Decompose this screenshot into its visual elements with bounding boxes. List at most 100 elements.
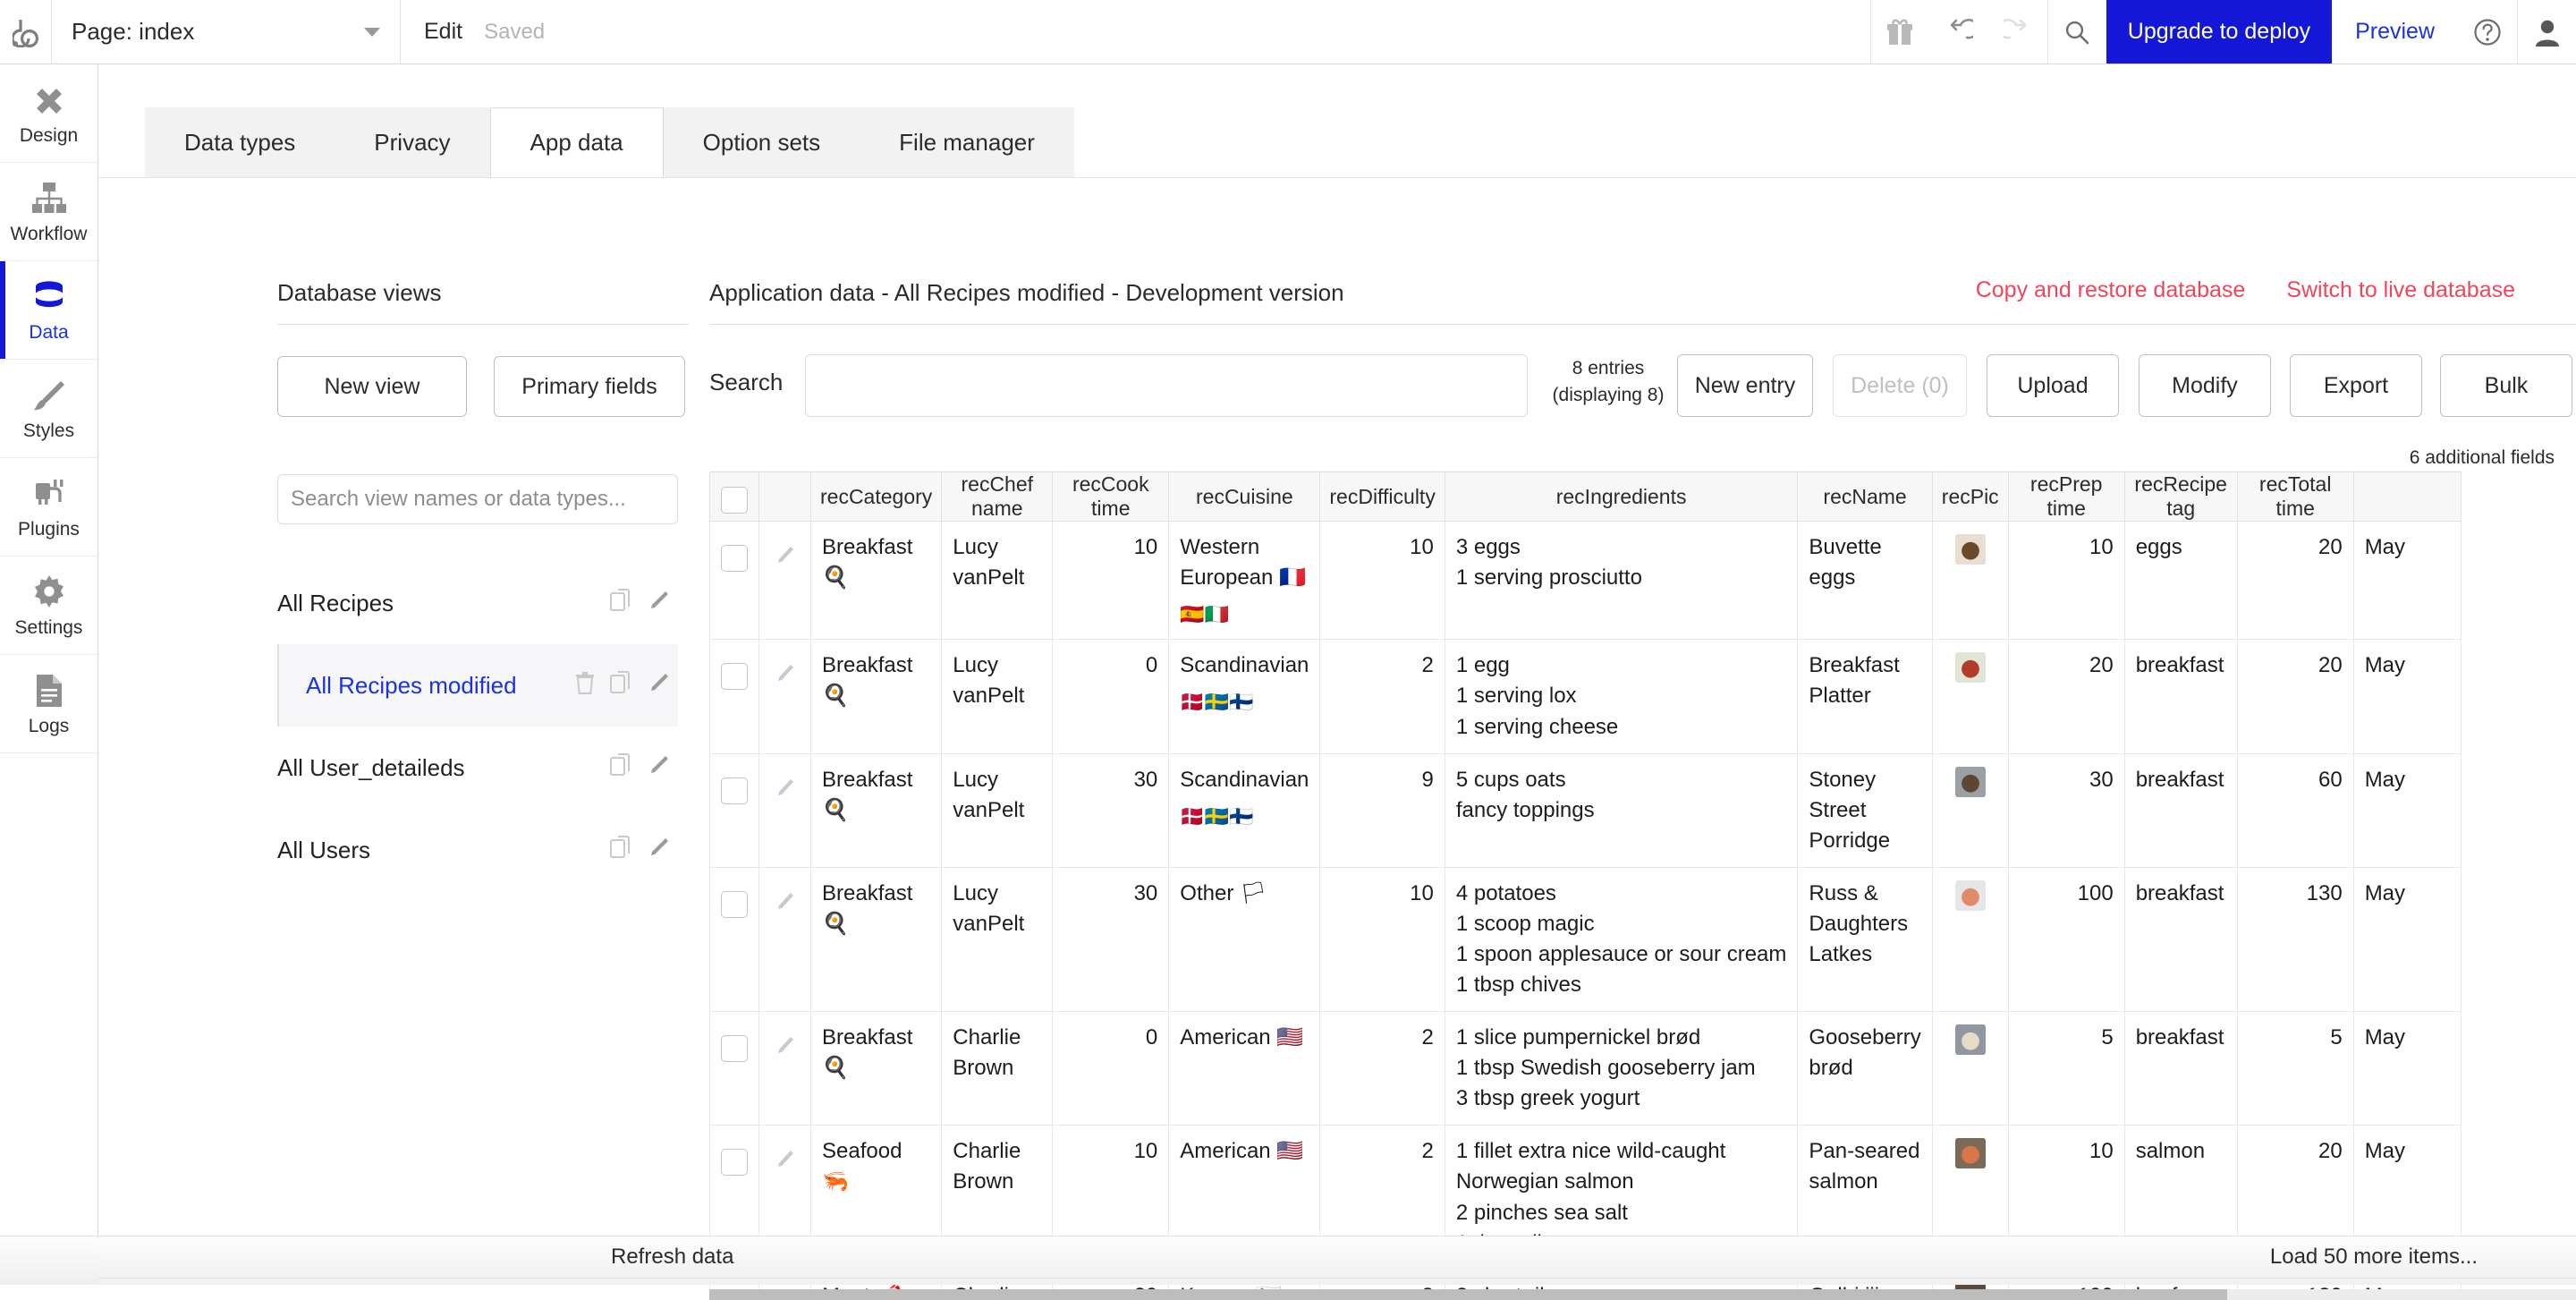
modify-button[interactable]: Modify (2139, 354, 2271, 417)
switch-to-live-database-link[interactable]: Switch to live database (2286, 277, 2515, 303)
edit-pencil-icon[interactable] (648, 753, 671, 783)
account-avatar-icon[interactable] (2517, 0, 2576, 64)
cell-chef-name[interactable]: Lucy vanPelt (942, 867, 1053, 1011)
cell-recipe-tag[interactable]: breakfast (2124, 640, 2237, 753)
edit-pencil-icon[interactable] (775, 1149, 795, 1179)
cell-category[interactable]: Breakfast 🍳 (811, 753, 942, 867)
cell-category[interactable]: Breakfast 🍳 (811, 640, 942, 753)
select-all-header[interactable] (710, 472, 759, 522)
cell-ingredients[interactable]: 4 potatoes1 scoop magic1 spoon applesauc… (1445, 867, 1798, 1011)
undo-icon[interactable] (1929, 0, 1988, 64)
preview-button[interactable]: Preview (2332, 0, 2458, 64)
cell-cuisine[interactable]: American 🇺🇸 (1169, 1012, 1320, 1126)
select-all-checkbox[interactable] (721, 487, 748, 514)
cell-chef-name[interactable]: Lucy vanPelt (942, 753, 1053, 867)
cell-prep-time[interactable]: 5 (2008, 1012, 2124, 1126)
cell-cook-time[interactable]: 0 (1053, 1012, 1169, 1126)
tab-privacy[interactable]: Privacy (335, 107, 489, 177)
cell-cook-time[interactable]: 10 (1053, 522, 1169, 640)
row-edit-cell[interactable] (759, 867, 811, 1011)
cell-category[interactable]: Breakfast 🍳 (811, 867, 942, 1011)
cell-cuisine[interactable]: Scandinavian🇩🇰🇸🇪🇫🇮 (1169, 753, 1320, 867)
new-entry-button[interactable]: New entry (1677, 354, 1813, 417)
cell-name[interactable]: Gooseberry brød (1798, 1012, 1932, 1126)
row-edit-cell[interactable] (759, 753, 811, 867)
cell-chef-name[interactable]: Charlie Brown (942, 1012, 1053, 1126)
tab-file-manager[interactable]: File manager (860, 107, 1074, 177)
cell-difficulty[interactable]: 2 (1320, 640, 1445, 753)
row-select-cell[interactable] (710, 753, 759, 867)
duplicate-icon[interactable] (610, 836, 633, 865)
cell-prep-time[interactable]: 100 (2008, 867, 2124, 1011)
tab-data-types[interactable]: Data types (145, 107, 335, 177)
cell-cook-time[interactable]: 30 (1053, 753, 1169, 867)
column-header-created[interactable] (2353, 472, 2461, 522)
duplicate-icon[interactable] (610, 753, 633, 783)
recipe-thumbnail[interactable] (1955, 1024, 1986, 1055)
cell-pic[interactable] (1932, 867, 2008, 1011)
column-header-recpic[interactable]: recPic (1932, 472, 2008, 522)
table-row[interactable]: Breakfast 🍳Lucy vanPelt0Scandinavian🇩🇰🇸🇪… (710, 640, 2462, 753)
edit-button[interactable]: Edit (424, 19, 462, 45)
recipe-thumbnail[interactable] (1955, 534, 1986, 565)
edit-pencil-icon[interactable] (648, 836, 671, 865)
cell-name[interactable]: Stoney Street Porridge (1798, 753, 1932, 867)
rail-item-workflow[interactable]: Workflow (0, 163, 97, 261)
cell-recipe-tag[interactable]: breakfast (2124, 753, 2237, 867)
view-item-all-recipes-modified[interactable]: All Recipes modified (277, 644, 678, 726)
table-row[interactable]: Breakfast 🍳Lucy vanPelt30Scandinavian🇩🇰🇸… (710, 753, 2462, 867)
recipe-thumbnail[interactable] (1955, 767, 1986, 797)
new-view-button[interactable]: New view (277, 356, 467, 417)
cell-pic[interactable] (1932, 522, 2008, 640)
edit-pencil-icon[interactable] (775, 1035, 795, 1066)
rail-item-design[interactable]: Design (0, 64, 97, 163)
cell-category[interactable]: Breakfast 🍳 (811, 1012, 942, 1126)
cell-total-time[interactable]: 20 (2237, 522, 2353, 640)
table-row[interactable]: Breakfast 🍳Lucy vanPelt10Western Europea… (710, 522, 2462, 640)
cell-pic[interactable] (1932, 753, 2008, 867)
cell-total-time[interactable]: 5 (2237, 1012, 2353, 1126)
cell-name[interactable]: Breakfast Platter (1798, 640, 1932, 753)
duplicate-icon[interactable] (610, 671, 633, 701)
row-select-cell[interactable] (710, 1012, 759, 1126)
trash-icon[interactable] (574, 671, 596, 701)
column-header-recingredients[interactable]: recIngredients (1445, 472, 1798, 522)
cell-difficulty[interactable]: 10 (1320, 522, 1445, 640)
cell-category[interactable]: Breakfast 🍳 (811, 522, 942, 640)
cell-created-date[interactable]: May (2353, 640, 2461, 753)
column-header-recrecipetag[interactable]: recRecipe tag (2124, 472, 2237, 522)
row-checkbox[interactable] (721, 891, 748, 918)
row-select-cell[interactable] (710, 522, 759, 640)
row-select-cell[interactable] (710, 867, 759, 1011)
cell-prep-time[interactable]: 20 (2008, 640, 2124, 753)
row-select-cell[interactable] (710, 640, 759, 753)
upload-button[interactable]: Upload (1987, 354, 2119, 417)
cell-difficulty[interactable]: 9 (1320, 753, 1445, 867)
column-header-reccooktime[interactable]: recCook time (1053, 472, 1169, 522)
cell-cuisine[interactable]: Scandinavian🇩🇰🇸🇪🇫🇮 (1169, 640, 1320, 753)
duplicate-icon[interactable] (610, 589, 633, 618)
cell-ingredients[interactable]: 1 egg1 serving lox1 serving cheese (1445, 640, 1798, 753)
cell-recipe-tag[interactable]: eggs (2124, 522, 2237, 640)
cell-difficulty[interactable]: 10 (1320, 867, 1445, 1011)
cell-created-date[interactable]: May (2353, 522, 2461, 640)
cell-ingredients[interactable]: 1 slice pumpernickel brød1 tbsp Swedish … (1445, 1012, 1798, 1126)
view-item-all-users[interactable]: All Users (277, 809, 678, 891)
primary-fields-button[interactable]: Primary fields (494, 356, 685, 417)
edit-pencil-icon[interactable] (775, 663, 795, 693)
rail-item-settings[interactable]: Settings (0, 557, 97, 655)
cell-cuisine[interactable]: Other 🏳 (1169, 867, 1320, 1011)
help-circle-icon[interactable] (2458, 0, 2517, 64)
rail-item-data[interactable]: Data (0, 261, 97, 360)
cell-cuisine[interactable]: Western European 🇫🇷🇪🇸🇮🇹 (1169, 522, 1320, 640)
cell-created-date[interactable]: May (2353, 867, 2461, 1011)
row-checkbox[interactable] (721, 545, 748, 572)
cell-chef-name[interactable]: Lucy vanPelt (942, 640, 1053, 753)
column-header-recdifficulty[interactable]: recDifficulty (1320, 472, 1445, 522)
column-header-recname[interactable]: recName (1798, 472, 1932, 522)
cell-prep-time[interactable]: 30 (2008, 753, 2124, 867)
edit-pencil-icon[interactable] (775, 891, 795, 922)
export-button[interactable]: Export (2290, 354, 2422, 417)
edit-pencil-icon[interactable] (775, 777, 795, 808)
page-selector[interactable]: Page: index (52, 0, 401, 64)
